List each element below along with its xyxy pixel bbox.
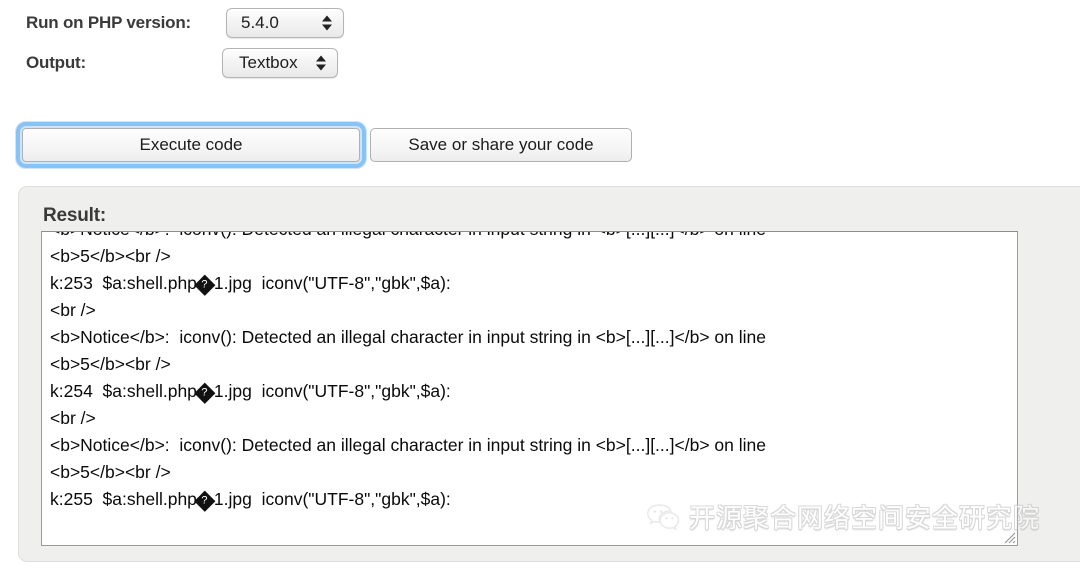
save-or-share-button[interactable]: Save or share your code [370,128,632,162]
result-output-line: <b>Notice</b>: iconv(): Detected an ille… [50,435,766,455]
php-version-row: Run on PHP version: 5.4.0 [26,8,344,38]
resize-grabber-icon[interactable] [1000,528,1016,544]
result-output-line: <b>5</b><br /> [50,462,171,482]
execute-code-button[interactable]: Execute code [16,122,366,168]
result-output-line: <b>Notice</b>: iconv(): Detected an ille… [50,232,1017,243]
result-title: Result: [43,205,106,226]
chevron-up-icon [316,55,326,62]
result-output-line: k:255 $a:shell.php? 1.jpg iconv("UTF-8","… [50,486,1017,513]
chevron-down-icon [322,24,332,31]
result-output-text: <b>Notice</b>: iconv(): Detected an ille… [50,232,1017,513]
result-panel: Result: <b>Notice</b>: iconv(): Detected… [18,186,1080,562]
php-version-label: Run on PHP version: [26,13,191,32]
result-output-line: k:253 $a:shell.php? 1.jpg iconv("UTF-8","… [50,270,1017,297]
php-version-value: 5.4.0 [241,13,279,32]
output-row: Output: Textbox [26,48,338,78]
result-output-line: k:254 $a:shell.php? 1.jpg iconv("UTF-8","… [50,378,1017,405]
stepper-updown-icon[interactable] [316,55,326,71]
result-output-line: <b>Notice</b>: iconv(): Detected an ille… [50,327,766,347]
stepper-updown-icon[interactable] [322,15,332,31]
result-output-line: <b>5</b><br /> [50,246,171,266]
output-value: Textbox [239,53,298,72]
result-output-line: <b>5</b><br /> [50,354,171,374]
result-output-line: <br /> [50,300,96,320]
chevron-down-icon [316,64,326,71]
replacement-character-icon: ? [194,274,216,296]
replacement-character-icon: ? [194,490,216,512]
output-label: Output: [26,53,86,72]
output-select[interactable]: Textbox [222,48,338,78]
php-version-select[interactable]: 5.4.0 [226,8,344,38]
result-output-line: <br /> [50,408,96,428]
chevron-up-icon [322,15,332,22]
replacement-character-icon: ? [194,382,216,404]
result-output-textarea[interactable]: <b>Notice</b>: iconv(): Detected an ille… [41,231,1018,546]
php-online-runner-page: Run on PHP version: 5.4.0 Output: Textbo… [0,0,1080,569]
